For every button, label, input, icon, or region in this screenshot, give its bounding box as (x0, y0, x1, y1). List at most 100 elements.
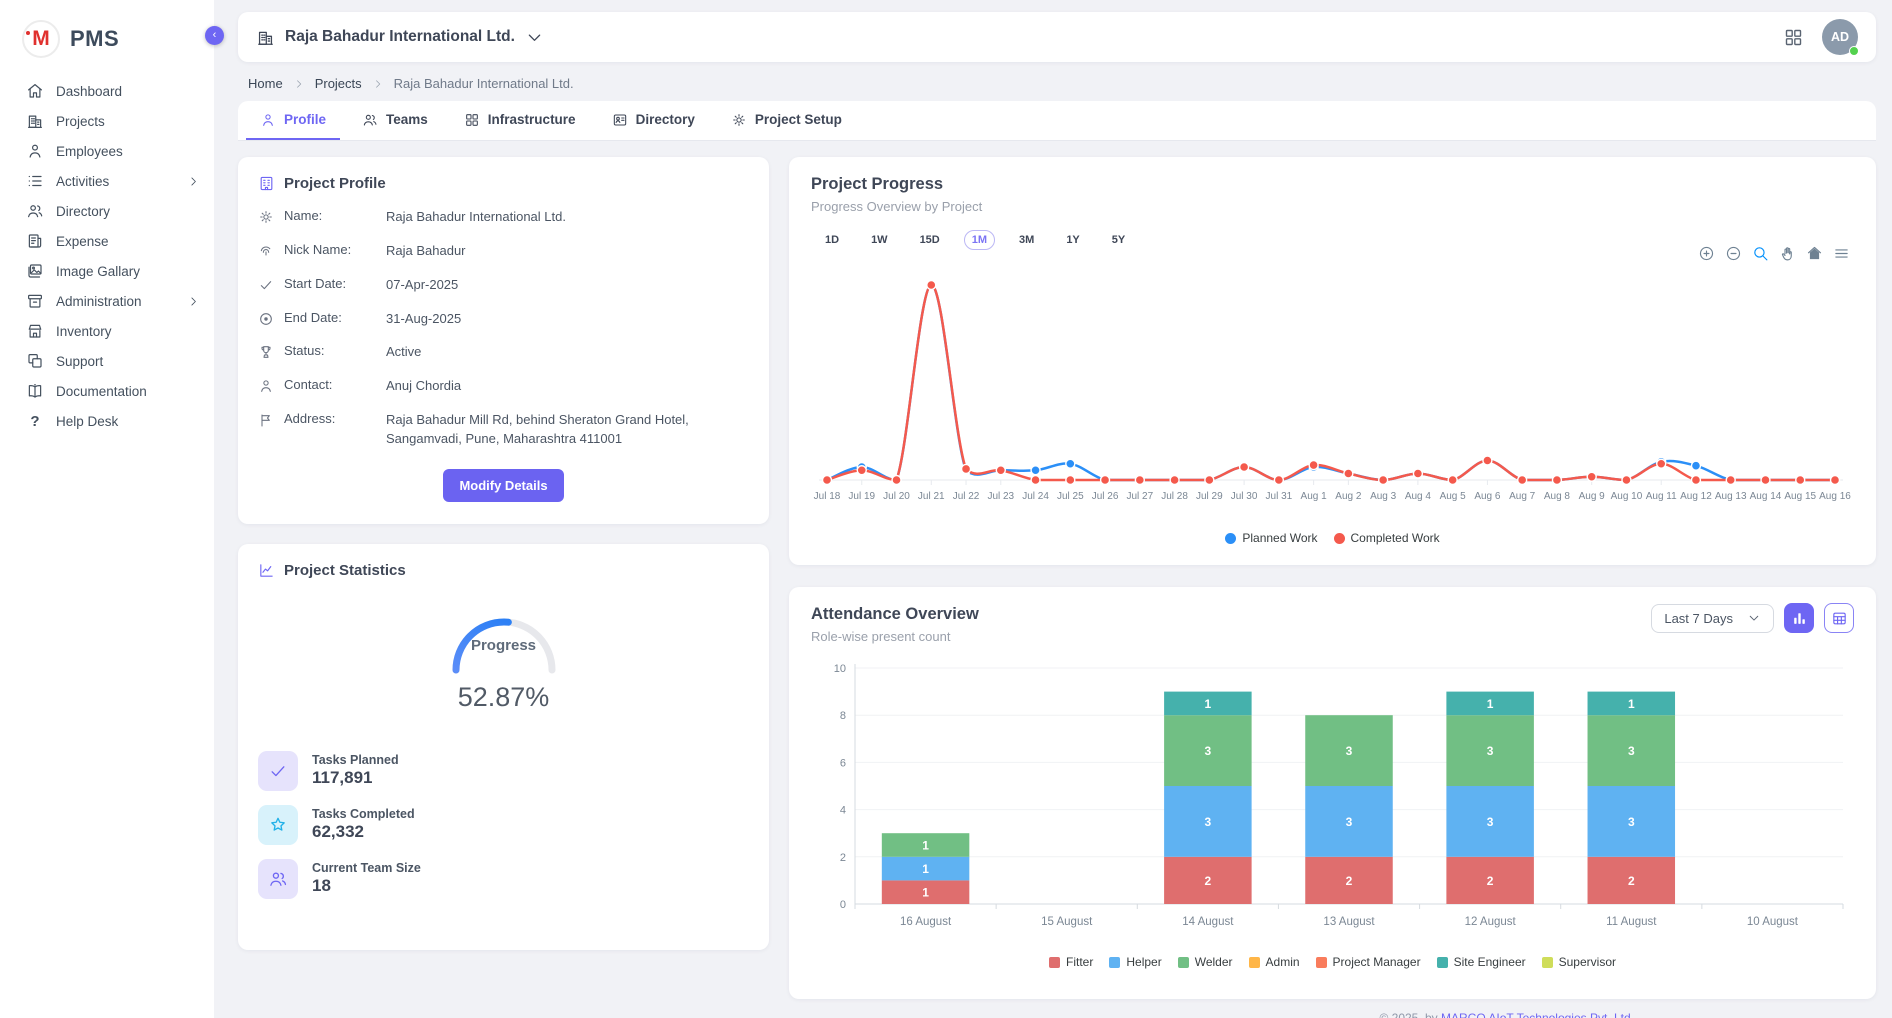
zoom-out-button[interactable] (1725, 245, 1742, 262)
legend-item[interactable]: Supervisor (1542, 955, 1616, 969)
menu-button[interactable] (1833, 245, 1850, 262)
tab-directory[interactable]: Directory (598, 101, 709, 140)
modify-details-button[interactable]: Modify Details (443, 469, 563, 502)
svg-text:1: 1 (922, 839, 929, 853)
sidebar-item-inventory[interactable]: Inventory (0, 316, 214, 346)
legend-item[interactable]: Admin (1249, 955, 1300, 969)
svg-text:10 August: 10 August (1747, 916, 1799, 928)
sidebar-item-projects[interactable]: Projects (0, 106, 214, 136)
sidebar-collapse-button[interactable]: ‹ (205, 26, 224, 45)
chart-subtitle: Progress Overview by Project (811, 199, 1854, 214)
gauge-arc (429, 595, 579, 675)
building-icon (256, 28, 275, 47)
legend-item[interactable]: Site Engineer (1437, 955, 1526, 969)
table-view-button[interactable] (1824, 603, 1854, 633)
svg-text:Aug 12: Aug 12 (1680, 491, 1712, 502)
breadcrumb-current: Raja Bahadur International Ltd. (394, 76, 574, 91)
tab-project-setup[interactable]: Project Setup (717, 101, 856, 140)
svg-text:13 August: 13 August (1323, 916, 1375, 928)
archive-icon (26, 292, 44, 310)
gauge-value: 52.87% (429, 682, 579, 713)
svg-text:Aug 4: Aug 4 (1405, 491, 1432, 502)
range-1y[interactable]: 1Y (1058, 230, 1087, 250)
bar-view-button[interactable] (1784, 603, 1814, 633)
svg-text:14 August: 14 August (1182, 916, 1234, 928)
svg-text:Jul 23: Jul 23 (987, 491, 1014, 502)
range-3m[interactable]: 3M (1011, 230, 1042, 250)
selection-zoom-button[interactable] (1752, 245, 1769, 262)
svg-text:Jul 29: Jul 29 (1196, 491, 1223, 502)
company-selector[interactable]: Raja Bahadur International Ltd. (256, 28, 544, 47)
field-name: Name: Raja Bahadur International Ltd. (258, 208, 749, 227)
svg-text:3: 3 (1346, 744, 1353, 758)
progress-gauge: Progress 52.87% (429, 595, 579, 713)
svg-text:3: 3 (1487, 815, 1494, 829)
svg-text:2: 2 (1205, 874, 1212, 888)
field-contact: Contact: Anuj Chordia (258, 377, 749, 396)
svg-text:Jul 24: Jul 24 (1022, 491, 1049, 502)
sidebar-item-help-desk[interactable]: ? Help Desk (0, 406, 214, 436)
check-icon (258, 277, 274, 293)
breadcrumb-home[interactable]: Home (248, 76, 283, 91)
legend-item[interactable]: Completed Work (1334, 531, 1440, 545)
reset-home-button[interactable] (1806, 245, 1823, 262)
range-1m[interactable]: 1M (964, 230, 995, 250)
attendance-chart[interactable]: 024681016 August11115 August14 August233… (811, 658, 1851, 946)
bar-chart-legend: Fitter Helper Welder Admin Project Manager Si… (811, 951, 1854, 975)
company-link[interactable]: MARCO AIoT Technologies Pvt. Ltd. (1441, 1011, 1634, 1018)
zoom-in-button[interactable] (1698, 245, 1715, 262)
apps-grid-button[interactable] (1783, 27, 1804, 48)
sidebar-item-dashboard[interactable]: Dashboard (0, 76, 214, 106)
svg-text:3: 3 (1628, 815, 1635, 829)
range-5y[interactable]: 5Y (1104, 230, 1133, 250)
field-start-date: Start Date: 07-Apr-2025 (258, 276, 749, 295)
home-icon (26, 82, 44, 100)
tab-profile[interactable]: Profile (246, 101, 340, 140)
svg-text:3: 3 (1628, 744, 1635, 758)
user-avatar[interactable]: AD (1822, 19, 1858, 55)
legend-item[interactable]: Helper (1109, 955, 1161, 969)
sidebar-item-expense[interactable]: Expense (0, 226, 214, 256)
legend-item[interactable]: Planned Work (1225, 531, 1317, 545)
svg-text:Aug 11: Aug 11 (1646, 491, 1677, 502)
legend-item[interactable]: Fitter (1049, 955, 1093, 969)
home-icon (1806, 245, 1823, 262)
svg-text:3: 3 (1205, 744, 1212, 758)
range-15d[interactable]: 15D (912, 230, 948, 250)
pan-button[interactable] (1779, 245, 1796, 262)
svg-text:6: 6 (840, 757, 846, 769)
range-1d[interactable]: 1D (817, 230, 847, 250)
sidebar-item-activities[interactable]: Activities (0, 166, 214, 196)
sidebar-item-documentation[interactable]: Documentation (0, 376, 214, 406)
chart-title: Project Progress (811, 175, 1854, 194)
tab-teams[interactable]: Teams (348, 101, 442, 140)
project-progress-chart[interactable]: Jul 18Jul 19Jul 20Jul 21Jul 22Jul 23Jul … (811, 250, 1851, 522)
tab-bar: Profile Teams Infrastructure Directory P… (238, 101, 1876, 141)
svg-text:Jul 22: Jul 22 (953, 491, 980, 502)
gauge-label: Progress (429, 637, 579, 654)
app-logo: M PMS (0, 14, 214, 76)
sidebar-item-support[interactable]: Support (0, 346, 214, 376)
legend-swatch (1225, 533, 1236, 544)
legend-swatch (1437, 957, 1448, 968)
range-1w[interactable]: 1W (863, 230, 896, 250)
svg-text:Aug 8: Aug 8 (1544, 491, 1571, 502)
legend-item[interactable]: Project Manager (1316, 955, 1421, 969)
svg-text:16 August: 16 August (900, 916, 952, 928)
sidebar-item-directory[interactable]: Directory (0, 196, 214, 226)
legend-item[interactable]: Welder (1178, 955, 1233, 969)
svg-text:Jul 31: Jul 31 (1266, 491, 1293, 502)
svg-text:1: 1 (922, 886, 929, 900)
breadcrumb: Home Projects Raja Bahadur International… (248, 76, 1876, 91)
breadcrumb-projects[interactable]: Projects (315, 76, 362, 91)
sidebar-item-employees[interactable]: Employees (0, 136, 214, 166)
tab-infrastructure[interactable]: Infrastructure (450, 101, 590, 140)
building-icon (26, 112, 44, 130)
sidebar-item-image-gallery[interactable]: Image Gallary (0, 256, 214, 286)
date-range-select[interactable]: Last 7 Days (1651, 604, 1774, 633)
magnifier-icon (1752, 245, 1769, 262)
sidebar-item-administration[interactable]: Administration (0, 286, 214, 316)
person-icon (258, 378, 274, 394)
svg-text:3: 3 (1487, 744, 1494, 758)
svg-text:Jul 18: Jul 18 (814, 491, 841, 502)
